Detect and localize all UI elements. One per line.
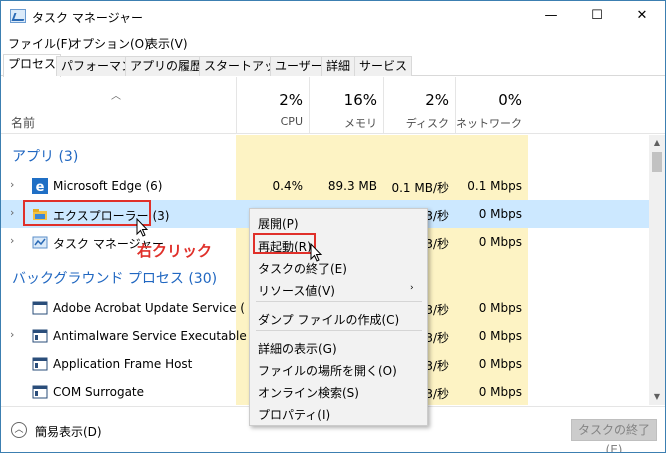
right-click-annotation: 右クリック bbox=[137, 242, 213, 260]
disk-label: ディスク bbox=[405, 117, 449, 130]
network-value: 0 Mbps bbox=[478, 207, 522, 221]
network-value: 0 Mbps bbox=[478, 329, 522, 343]
column-cpu[interactable]: 2% CPU bbox=[236, 77, 309, 133]
memory-percent: 16% bbox=[343, 91, 377, 109]
tab-details[interactable]: 詳細 bbox=[321, 56, 356, 76]
end-task-button[interactable]: タスクの終了(E) bbox=[571, 419, 657, 452]
scroll-thumb[interactable] bbox=[652, 152, 662, 172]
menu-file[interactable]: ファイル(F) bbox=[8, 35, 72, 52]
fewer-details-link[interactable]: 簡易表示(D) bbox=[35, 423, 102, 440]
memory-value: 89.3 MB bbox=[327, 179, 377, 193]
process-row-edge[interactable]: › e Microsoft Edge (6) 0.4% 89.3 MB 0.1 … bbox=[1, 172, 649, 200]
section-background: バックグラウンド プロセス (30) bbox=[12, 271, 218, 287]
column-disk[interactable]: 2% ディスク bbox=[383, 77, 455, 133]
section-apps: アプリ (3) bbox=[12, 149, 79, 165]
process-name: Antimalware Service Executable bbox=[53, 329, 247, 343]
chevron-right-icon[interactable]: › bbox=[10, 328, 14, 341]
task-manager-app-icon bbox=[10, 9, 26, 23]
process-name: Adobe Acrobat Update Service ( bbox=[53, 301, 245, 315]
title-bar[interactable]: タスク マネージャー — ☐ ✕ bbox=[1, 1, 665, 31]
explorer-highlight-box bbox=[23, 200, 151, 226]
mouse-cursor-icon bbox=[310, 243, 323, 262]
process-name: Microsoft Edge (6) bbox=[53, 179, 163, 193]
network-value: 0 Mbps bbox=[478, 301, 522, 315]
network-value: 0 Mbps bbox=[478, 385, 522, 399]
sort-up-icon: ︿ bbox=[111, 91, 121, 102]
memory-label: メモリ bbox=[344, 117, 377, 130]
window-icon bbox=[32, 385, 48, 399]
network-label: ネットワーク bbox=[456, 117, 522, 130]
network-percent: 0% bbox=[498, 91, 522, 109]
close-button[interactable]: ✕ bbox=[619, 1, 665, 31]
disk-percent: 2% bbox=[425, 91, 449, 109]
window-icon bbox=[32, 301, 48, 315]
menu-expand[interactable]: 展開(P) bbox=[258, 215, 299, 232]
menu-bar: ファイル(F) オプション(O) 表示(V) bbox=[1, 32, 665, 52]
tab-users[interactable]: ユーザー bbox=[270, 56, 328, 76]
window-title: タスク マネージャー bbox=[32, 11, 143, 25]
network-value: 0.1 Mbps bbox=[467, 179, 522, 193]
network-value: 0 Mbps bbox=[478, 357, 522, 371]
menu-view[interactable]: 表示(V) bbox=[146, 35, 188, 52]
minimize-button[interactable]: — bbox=[528, 1, 574, 31]
column-name[interactable]: 名前 bbox=[11, 114, 35, 131]
menu-resource-values[interactable]: リソース値(V) bbox=[258, 282, 335, 299]
menu-create-dump[interactable]: ダンプ ファイルの作成(C) bbox=[258, 311, 399, 328]
menu-open-file-location[interactable]: ファイルの場所を開く(O) bbox=[258, 362, 397, 379]
maximize-button[interactable]: ☐ bbox=[574, 1, 620, 31]
menu-options[interactable]: オプション(O) bbox=[70, 35, 149, 52]
scroll-down-arrow-icon[interactable]: ▼ bbox=[649, 389, 665, 405]
network-value: 0 Mbps bbox=[478, 235, 522, 249]
svg-text:e: e bbox=[36, 180, 45, 194]
task-manager-icon bbox=[32, 236, 48, 249]
menu-properties[interactable]: プロパティ(I) bbox=[258, 406, 330, 423]
cpu-percent: 2% bbox=[279, 91, 303, 109]
column-network[interactable]: 0% ネットワーク bbox=[455, 77, 528, 133]
chevron-right-icon[interactable]: › bbox=[10, 178, 14, 191]
process-name: COM Surrogate bbox=[53, 385, 145, 399]
menu-search-online[interactable]: オンライン検索(S) bbox=[258, 384, 359, 401]
menu-separator bbox=[256, 301, 422, 302]
menu-end-task[interactable]: タスクの終了(E) bbox=[258, 260, 347, 277]
column-headers: ︿ 名前 2% CPU 16% メモリ 2% ディスク 0% ネットワーク bbox=[1, 77, 665, 134]
cpu-label: CPU bbox=[280, 115, 303, 128]
cpu-value: 0.4% bbox=[272, 179, 304, 193]
chevron-right-icon[interactable]: › bbox=[10, 206, 14, 219]
restart-highlight-box bbox=[253, 233, 316, 254]
tab-strip: プロセス パフォーマンス アプリの履歴 スタートアップ ユーザー 詳細 サービス bbox=[1, 54, 665, 77]
menu-go-to-details[interactable]: 詳細の表示(G) bbox=[258, 340, 337, 357]
tab-app-history[interactable]: アプリの履歴 bbox=[125, 56, 208, 76]
disk-value: 0.1 MB/秒 bbox=[391, 181, 449, 195]
vertical-scrollbar[interactable]: ▲ ▼ bbox=[649, 135, 665, 405]
window-icon bbox=[32, 357, 48, 371]
tab-processes[interactable]: プロセス bbox=[3, 54, 62, 77]
tab-services[interactable]: サービス bbox=[354, 56, 413, 76]
chevron-up-circle-icon[interactable]: ︿ bbox=[11, 422, 27, 438]
process-name: Application Frame Host bbox=[53, 357, 193, 371]
menu-separator bbox=[256, 330, 422, 331]
mouse-cursor-icon bbox=[136, 218, 149, 237]
submenu-arrow-icon: › bbox=[410, 283, 414, 293]
chevron-right-icon[interactable]: › bbox=[10, 234, 14, 247]
edge-icon: e bbox=[32, 178, 48, 194]
window-icon bbox=[32, 329, 48, 343]
scroll-up-arrow-icon[interactable]: ▲ bbox=[649, 135, 665, 151]
column-memory[interactable]: 16% メモリ bbox=[309, 77, 383, 133]
